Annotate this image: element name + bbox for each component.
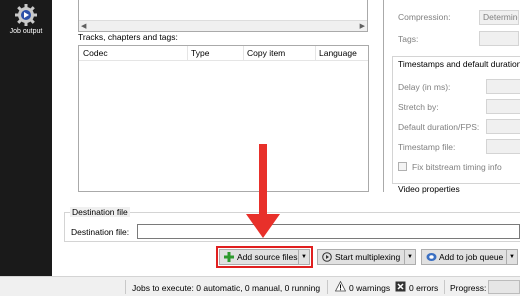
timestamp-file-label: Timestamp file:	[398, 142, 456, 152]
warnings-count[interactable]: 0 warnings	[349, 283, 390, 293]
destination-file-input[interactable]	[137, 224, 520, 239]
tracks-table[interactable]: Codec Type Copy item Language	[78, 45, 369, 192]
fix-bitstream-checkbox[interactable]	[398, 162, 407, 171]
error-icon	[395, 281, 406, 292]
play-icon	[321, 251, 333, 263]
compression-label: Compression:	[398, 12, 451, 22]
gear-icon	[15, 4, 37, 26]
mkvtoolnix-window: Job output ◀ ▶ Tracks, chapters and tags…	[0, 0, 520, 296]
add-to-job-queue-button[interactable]: Add to job queue ▼	[421, 249, 518, 265]
status-divider	[125, 280, 126, 294]
column-header-type[interactable]: Type	[191, 48, 209, 59]
queue-icon	[425, 251, 437, 263]
horizontal-scrollbar[interactable]: ◀ ▶	[79, 20, 367, 31]
column-divider[interactable]	[243, 46, 244, 61]
destination-file-label: Destination file:	[71, 227, 130, 237]
progress-label: Progress:	[450, 283, 487, 293]
column-divider[interactable]	[187, 46, 188, 61]
warning-icon	[335, 281, 346, 292]
annotation-arrow-head	[246, 214, 280, 238]
tags-label: Tags:	[398, 34, 419, 44]
highlight-box	[216, 246, 313, 268]
default-duration-label: Default duration/FPS:	[398, 122, 480, 132]
delay-label: Delay (in ms):	[398, 82, 451, 92]
column-header-codec[interactable]: Codec	[83, 48, 108, 59]
stretch-label: Stretch by:	[398, 102, 439, 112]
sidebar-item-job-output[interactable]: Job output	[0, 0, 52, 40]
errors-count[interactable]: 0 errors	[409, 283, 438, 293]
progress-bar	[488, 280, 520, 294]
tracks-section-label: Tracks, chapters and tags:	[78, 32, 178, 42]
column-divider[interactable]	[315, 46, 316, 61]
status-divider	[444, 280, 445, 294]
scroll-left-icon[interactable]: ◀	[81, 22, 86, 31]
source-files-list[interactable]: ◀ ▶	[78, 0, 368, 32]
chevron-down-icon[interactable]: ▼	[506, 250, 517, 264]
delay-field[interactable]	[486, 79, 520, 94]
timestamp-file-field[interactable]	[486, 139, 520, 154]
chevron-down-icon[interactable]: ▼	[404, 250, 415, 264]
status-divider	[327, 280, 328, 294]
destination-group-title: Destination file	[70, 207, 130, 217]
tracks-table-header: Codec Type Copy item Language	[79, 46, 368, 61]
status-bar: Jobs to execute: 0 automatic, 0 manual, …	[0, 276, 520, 296]
fix-bitstream-label: Fix bitstream timing info	[412, 162, 502, 172]
tags-field[interactable]	[479, 31, 519, 46]
scroll-right-icon[interactable]: ▶	[360, 22, 365, 31]
track-properties-panel: Compression: Determine Tags: Timestamps …	[383, 0, 520, 194]
column-header-copy-item[interactable]: Copy item	[247, 48, 285, 59]
annotation-arrow-shaft	[259, 144, 267, 218]
video-properties-group-title: Video properties	[396, 184, 462, 194]
stretch-field[interactable]	[486, 99, 520, 114]
column-header-language[interactable]: Language	[319, 48, 357, 59]
sidebar-item-label: Job output	[9, 28, 43, 35]
default-duration-field[interactable]	[486, 119, 520, 134]
add-to-job-queue-label: Add to job queue	[439, 252, 504, 262]
start-multiplexing-label: Start multiplexing	[335, 252, 401, 262]
start-multiplexing-button[interactable]: Start multiplexing ▼	[317, 249, 416, 265]
compression-select[interactable]: Determine	[479, 10, 519, 25]
sidebar: Job output	[0, 0, 52, 276]
jobs-to-execute-text: Jobs to execute: 0 automatic, 0 manual, …	[132, 283, 321, 293]
timestamps-group-title: Timestamps and default duration	[396, 59, 520, 69]
